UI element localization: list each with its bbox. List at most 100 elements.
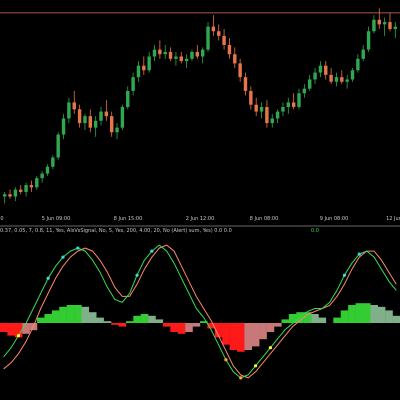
- signal-dot: [150, 249, 154, 253]
- candle-body: [297, 93, 301, 107]
- candle-body: [179, 56, 183, 62]
- histogram-bar: [192, 323, 201, 327]
- candle-body: [24, 185, 28, 192]
- candle-body: [83, 116, 87, 124]
- time-axis: 0 5 Jun 09:00 8 Jun 15:00 2 Jun 12:00 8 Jun …: [0, 216, 400, 222]
- candle-body: [77, 109, 82, 124]
- candle-body: [184, 58, 189, 62]
- candle-body: [356, 58, 360, 71]
- candle-body: [345, 79, 349, 82]
- candle-body: [286, 102, 291, 107]
- candle-body: [372, 19, 376, 32]
- signal-dot: [342, 273, 347, 277]
- signal-dot: [46, 276, 50, 280]
- candle-body: [275, 111, 280, 119]
- signal-dot: [357, 252, 361, 256]
- time-label: 5 Jun 09:00: [42, 216, 71, 222]
- histogram-bar: [229, 323, 238, 350]
- signal-dot: [224, 358, 228, 362]
- time-label: 9 Jun 08:00: [320, 216, 349, 222]
- signal-dot: [135, 273, 139, 277]
- histogram-bar: [111, 323, 119, 325]
- candle-body: [67, 102, 71, 119]
- signal-dot: [61, 255, 65, 259]
- histogram-bar: [44, 314, 53, 323]
- histogram-bar: [274, 323, 282, 327]
- histogram-bar: [133, 315, 141, 323]
- histogram-bar: [281, 319, 290, 323]
- histogram-bar: [170, 323, 178, 332]
- time-label: 0: [0, 216, 3, 222]
- candle-body: [313, 72, 317, 80]
- candle-body: [233, 54, 237, 64]
- candle-body: [163, 51, 167, 55]
- indicator-value: 0.0: [311, 228, 319, 234]
- candle-body: [51, 157, 55, 167]
- candle-body: [200, 49, 205, 57]
- histogram-bar: [81, 306, 90, 323]
- candle-body: [361, 49, 365, 59]
- chart-window[interactable]: 0 5 Jun 09:00 8 Jun 15:00 2 Jun 12:00 8 Jun …: [0, 0, 400, 400]
- histogram-bar: [51, 310, 60, 323]
- histogram-bar: [340, 310, 349, 323]
- candle-body: [61, 118, 66, 135]
- indicator-params: 0.37, 0.05, 7, 0.8, 11, Yes, AlsVsSignal…: [0, 228, 232, 234]
- candle-body: [334, 77, 339, 82]
- candle-body: [393, 26, 398, 29]
- candle-body: [382, 22, 387, 25]
- candle-body: [152, 49, 157, 57]
- candle-body: [222, 35, 226, 46]
- histogram-bar: [96, 317, 104, 323]
- histogram-bar: [311, 314, 319, 323]
- candle-body: [350, 70, 355, 80]
- histogram-bar: [244, 323, 253, 350]
- histogram-bar: [392, 315, 400, 323]
- candle-body: [136, 65, 141, 78]
- candle-body: [13, 189, 18, 197]
- candle-body: [259, 107, 264, 112]
- histogram-bar: [118, 323, 127, 327]
- candle-body: [265, 107, 269, 124]
- candle-body: [142, 65, 146, 71]
- histogram-bar: [348, 305, 356, 323]
- histogram-bar: [259, 323, 267, 340]
- candle-body: [238, 63, 242, 78]
- candle-body: [329, 74, 333, 82]
- histogram-bar: [7, 323, 16, 336]
- candle-body: [93, 120, 98, 128]
- histogram-bar: [148, 315, 156, 323]
- histogram-bar: [59, 306, 67, 323]
- histogram-bar: [66, 305, 75, 323]
- histogram-bar: [103, 321, 112, 323]
- histogram-bar: [377, 306, 386, 323]
- candle-body: [147, 56, 151, 71]
- histogram-bar: [251, 323, 260, 347]
- candle-body: [302, 88, 307, 94]
- histogram-bar: [0, 323, 8, 332]
- candle-body: [88, 116, 93, 128]
- time-label: 8 Jun 08:00: [250, 216, 279, 222]
- candle-body: [195, 51, 200, 57]
- signal-dot: [268, 346, 272, 350]
- time-label: 8 Jun 15:00: [114, 216, 143, 222]
- candle-body: [291, 102, 296, 107]
- candle-body: [2, 194, 7, 197]
- histogram-bar: [222, 323, 230, 345]
- histogram-bar: [125, 321, 134, 323]
- candle-body: [307, 79, 312, 89]
- chart-background: [0, 0, 400, 400]
- candle-body: [206, 26, 210, 50]
- histogram-bar: [37, 317, 45, 323]
- candle-body: [318, 65, 323, 73]
- histogram-bar: [177, 323, 186, 334]
- candle-body: [109, 116, 114, 133]
- histogram-bar: [74, 305, 82, 323]
- candle-body: [158, 49, 162, 55]
- candle-body: [45, 166, 50, 174]
- candle-body: [56, 134, 60, 158]
- candle-body: [227, 45, 232, 55]
- candle-body: [126, 90, 130, 107]
- candle-body: [211, 26, 216, 32]
- signal-dot: [239, 376, 243, 380]
- histogram-bar: [162, 323, 171, 327]
